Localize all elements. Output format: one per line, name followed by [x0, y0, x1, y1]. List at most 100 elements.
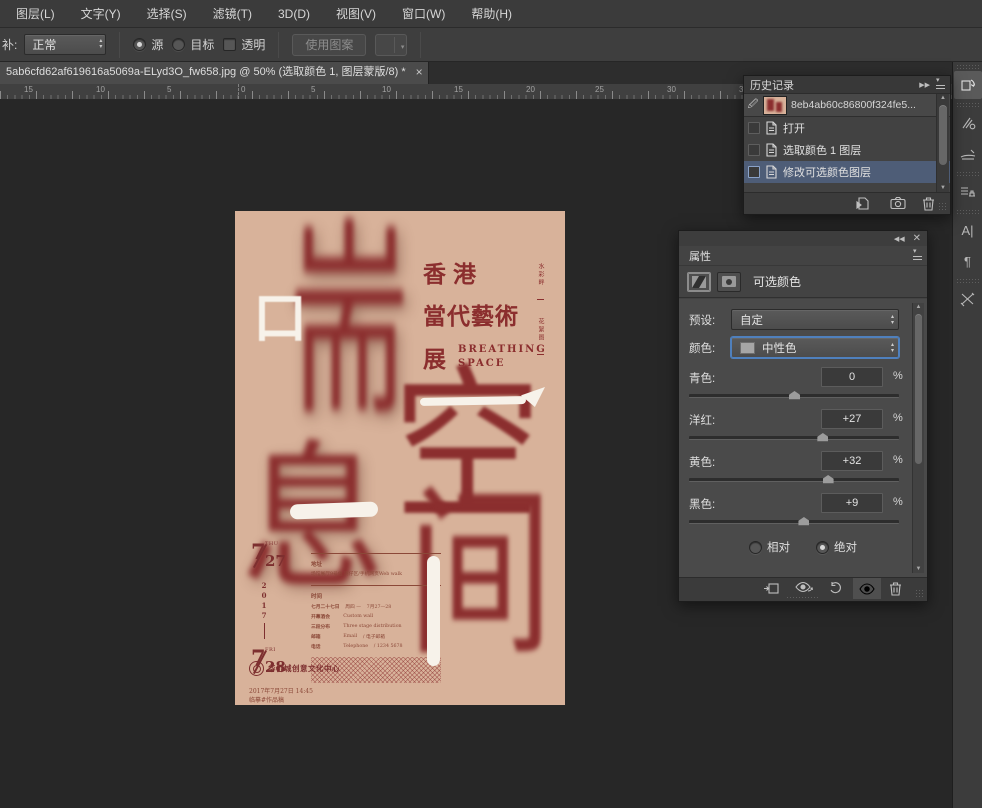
clip-to-layer-icon[interactable] — [763, 581, 779, 595]
history-step-label: 修改可选颜色图层 — [783, 164, 871, 180]
source-radio-group[interactable]: 源 — [133, 36, 163, 53]
menu-item-type[interactable]: 文字(Y) — [77, 2, 125, 25]
menu-item-3d[interactable]: 3D(D) — [274, 4, 314, 24]
selective-color-adjustment-icon[interactable] — [687, 272, 711, 292]
tab-close-button[interactable]: × — [416, 62, 423, 83]
poster-dates: 7 THU27 2017 7 FRI28 — [251, 539, 297, 681]
use-pattern-button[interactable]: 使用图案 — [292, 34, 366, 56]
dock-grip[interactable] — [956, 278, 979, 283]
cyan-value-input[interactable]: 0 — [821, 367, 883, 387]
blend-mode-dropdown[interactable]: 正常 ▴▾ — [24, 34, 106, 55]
menu-item-layer[interactable]: 图层(L) — [12, 2, 59, 25]
target-radio-group[interactable]: 目标 — [172, 36, 214, 53]
dock-grip[interactable] — [956, 102, 979, 107]
yellow-slider-row: 黄色: +32 % — [679, 451, 927, 472]
target-radio[interactable] — [172, 38, 185, 51]
panel-resize-grip[interactable] — [786, 596, 820, 600]
dropdown-arrow-icon: ▾ — [401, 43, 405, 51]
toggle-visibility-cell[interactable] — [853, 578, 881, 599]
panel-resize-grip[interactable] — [938, 202, 948, 212]
relative-radio[interactable] — [749, 541, 762, 554]
ruler-number: 15 — [24, 85, 33, 94]
clone-source-panel-icon[interactable] — [954, 178, 982, 206]
ruler-number: 25 — [595, 85, 604, 94]
scrollbar-thumb[interactable] — [915, 314, 922, 464]
paragraph-panel-icon[interactable]: ¶ — [954, 247, 982, 275]
panel-resize-grip[interactable] — [915, 589, 925, 599]
absolute-radio[interactable] — [816, 541, 829, 554]
photoshop-window: 图层(L) 文字(Y) 选择(S) 滤镜(T) 3D(D) 视图(V) 窗口(W… — [0, 0, 982, 808]
history-panel-icon[interactable] — [954, 71, 982, 99]
color-dropdown[interactable]: 中性色 ▴▾ — [731, 337, 899, 358]
collapse-panel-icon[interactable]: ◀◀ — [894, 235, 905, 243]
menu-item-view[interactable]: 视图(V) — [332, 2, 380, 25]
transparent-checkbox[interactable] — [223, 38, 236, 51]
adjustment-title: 可选颜色 — [753, 273, 801, 290]
scroll-down-icon[interactable]: ▼ — [937, 185, 949, 191]
history-scrollbar[interactable]: ▲ ▼ — [936, 94, 949, 192]
scrollbar-thumb[interactable] — [939, 105, 947, 165]
properties-scrollbar[interactable]: ▲ ▼ — [912, 303, 924, 573]
history-step-modify-selective-color[interactable]: 修改可选颜色图层 — [744, 161, 950, 183]
magenta-slider-row: 洋红: +27 % — [679, 409, 927, 430]
yellow-value-input[interactable]: +32 — [821, 451, 883, 471]
pattern-picker-dropdown[interactable]: ▾ — [375, 34, 407, 56]
ruler-number: 5 — [167, 85, 171, 94]
character-panel-icon[interactable]: A| — [954, 216, 982, 244]
scroll-up-icon[interactable]: ▲ — [937, 95, 949, 101]
menu-item-help[interactable]: 帮助(H) — [467, 2, 516, 25]
history-step-selective-color[interactable]: 选取颜色 1 图层 — [744, 139, 950, 161]
close-panel-icon[interactable]: ✕ — [913, 233, 921, 244]
separator — [420, 32, 421, 58]
history-source-checkbox[interactable] — [748, 144, 760, 156]
history-panel-header[interactable]: 历史记录 ▶▶ ▾ — [744, 76, 950, 94]
document-tab[interactable]: 5ab6cfd62af619616a5069a-ELyd3O_fw658.jpg… — [0, 62, 429, 84]
history-source-checkbox[interactable] — [748, 122, 760, 134]
tool-presets-panel-icon[interactable] — [954, 285, 982, 313]
history-state-icon — [765, 121, 778, 135]
transparent-checkbox-group[interactable]: 透明 — [223, 36, 265, 53]
white-brush-stroke — [290, 501, 378, 519]
properties-tab[interactable]: 属性 — [679, 248, 721, 264]
new-snapshot-camera-icon[interactable] — [890, 196, 906, 210]
layer-mask-icon[interactable] — [717, 272, 741, 292]
source-radio[interactable] — [133, 38, 146, 51]
cyan-slider-track[interactable] — [689, 394, 899, 398]
view-previous-state-eye-icon[interactable] — [795, 581, 813, 595]
menu-bar: 图层(L) 文字(Y) 选择(S) 滤镜(T) 3D(D) 视图(V) 窗口(W… — [0, 0, 982, 28]
history-brush-source-icon[interactable]: 🖉 — [747, 97, 759, 114]
scroll-down-icon[interactable]: ▼ — [913, 566, 924, 572]
dock-grip[interactable] — [956, 64, 979, 69]
delete-state-trash-icon[interactable] — [922, 196, 935, 211]
reset-adjustment-icon[interactable] — [829, 581, 843, 595]
history-step-open[interactable]: 打开 — [744, 117, 950, 139]
color-row: 颜色: 中性色 ▴▾ — [679, 337, 927, 358]
yellow-slider-track[interactable] — [689, 478, 899, 482]
logo-icon — [249, 661, 264, 676]
brush-presets-panel-icon[interactable] — [954, 109, 982, 137]
collapse-panel-icon[interactable]: ▶▶ — [919, 81, 930, 89]
dock-grip[interactable] — [956, 171, 979, 176]
black-value-input[interactable]: +9 — [821, 493, 883, 513]
delete-adjustment-trash-icon[interactable] — [889, 581, 902, 596]
brush-panel-icon[interactable] — [954, 140, 982, 168]
history-source-checkbox[interactable] — [748, 166, 760, 178]
poster-document[interactable]: 口 耑 息 空 间 香港 當代藝術 展 BREATHINGSPACE 水彩畔 — [235, 211, 565, 705]
menu-item-window[interactable]: 窗口(W) — [398, 2, 449, 25]
black-slider-track[interactable] — [689, 520, 899, 524]
magenta-value-input[interactable]: +27 — [821, 409, 883, 429]
ruler-number: 30 — [667, 85, 676, 94]
menu-item-select[interactable]: 选择(S) — [143, 2, 191, 25]
magenta-slider-track[interactable] — [689, 436, 899, 440]
panel-menu-icon[interactable]: ▾ — [936, 80, 945, 89]
history-snapshot-row[interactable]: 🖉 8eb4ab60c86800f324fe5... — [744, 94, 950, 117]
scroll-up-icon[interactable]: ▲ — [913, 304, 924, 310]
menu-item-filter[interactable]: 滤镜(T) — [209, 2, 256, 25]
ruler-number: 10 — [382, 85, 391, 94]
relative-radio-group[interactable]: 相对 — [749, 539, 790, 555]
dock-grip[interactable] — [956, 209, 979, 214]
panel-menu-icon[interactable]: ▾ — [913, 251, 922, 260]
new-document-from-state-icon[interactable] — [856, 196, 871, 211]
absolute-radio-group[interactable]: 绝对 — [816, 539, 857, 555]
preset-dropdown[interactable]: 自定 ▴▾ — [731, 309, 899, 330]
